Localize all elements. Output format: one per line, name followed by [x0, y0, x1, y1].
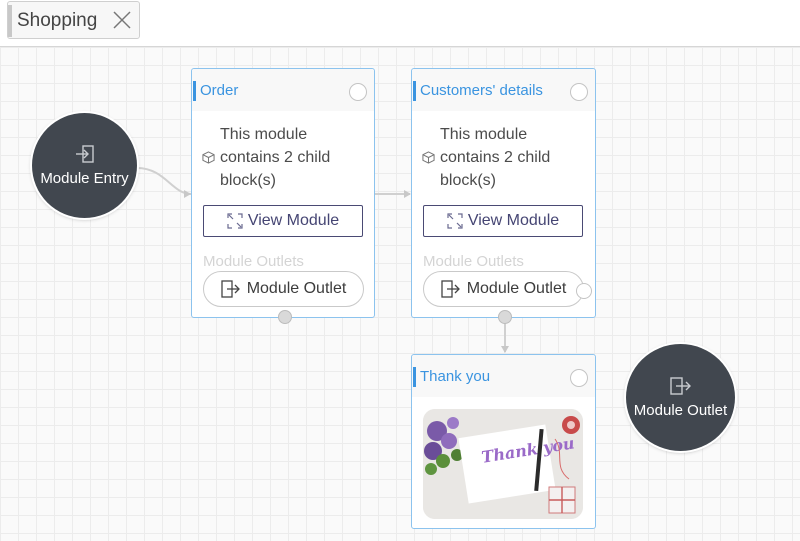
top-bar: Shopping: [0, 0, 800, 47]
exit-icon: [441, 280, 460, 298]
output-port[interactable]: [278, 310, 292, 324]
view-module-label: View Module: [247, 212, 340, 229]
tab-accent: [8, 5, 12, 37]
expand-icon: [447, 213, 463, 229]
module-outlet-label: Module Outlet: [466, 280, 567, 297]
module-outlet-button[interactable]: Module Outlet: [423, 271, 584, 307]
module-card-thank-you[interactable]: Thank you Thank you: [411, 354, 596, 529]
thank-you-image: Thank you: [423, 409, 583, 519]
module-entry-node[interactable]: Module Entry: [32, 113, 137, 218]
module-outlet-label: Module Outlet: [246, 280, 347, 297]
tab-shopping[interactable]: Shopping: [7, 1, 140, 39]
module-outlet-label: Module Outlet: [633, 402, 728, 419]
card-option-knob[interactable]: [570, 369, 588, 387]
expand-icon: [227, 213, 243, 229]
card-description-text: This module contains 2 child block(s): [440, 126, 551, 189]
exit-icon: [221, 280, 240, 298]
card-header-accent: [413, 81, 416, 101]
card-option-knob[interactable]: [570, 83, 588, 101]
output-port[interactable]: [498, 310, 512, 324]
view-module-button[interactable]: View Module: [203, 205, 363, 237]
module-card-customers-details[interactable]: Customers' details This module contains …: [411, 68, 596, 324]
card-header-accent: [413, 367, 416, 387]
card-header-accent: [193, 81, 196, 101]
close-icon[interactable]: [111, 9, 133, 31]
card-option-knob[interactable]: [349, 83, 367, 101]
card-title: Thank you: [420, 368, 491, 385]
card-description-text: This module contains 2 child block(s): [220, 126, 331, 189]
view-module-label: View Module: [467, 212, 560, 229]
module-entry-label: Module Entry: [40, 170, 129, 187]
login-icon: [75, 145, 94, 163]
logout-icon: [669, 377, 691, 395]
view-module-button[interactable]: View Module: [423, 205, 583, 237]
tab-label: Shopping: [17, 10, 98, 31]
module-outlets-heading: Module Outlets: [203, 253, 304, 270]
cube-icon: [422, 151, 435, 164]
card-header: Order: [192, 69, 374, 111]
card-header: Customers' details: [412, 69, 595, 111]
module-card-order[interactable]: Order This module contains 2 child block…: [191, 68, 375, 324]
module-outlet-button[interactable]: Module Outlet: [203, 271, 364, 307]
card-header: Thank you: [412, 355, 595, 397]
outlet-connector-ring[interactable]: [576, 283, 592, 299]
card-title: Order: [200, 82, 239, 99]
flow-canvas[interactable]: [0, 47, 800, 541]
cube-icon: [202, 151, 215, 164]
module-outlet-node[interactable]: Module Outlet: [626, 344, 735, 451]
thank-you-illustration: Thank you: [423, 409, 583, 519]
card-title: Customers' details: [420, 82, 543, 99]
module-outlets-heading: Module Outlets: [423, 253, 524, 270]
